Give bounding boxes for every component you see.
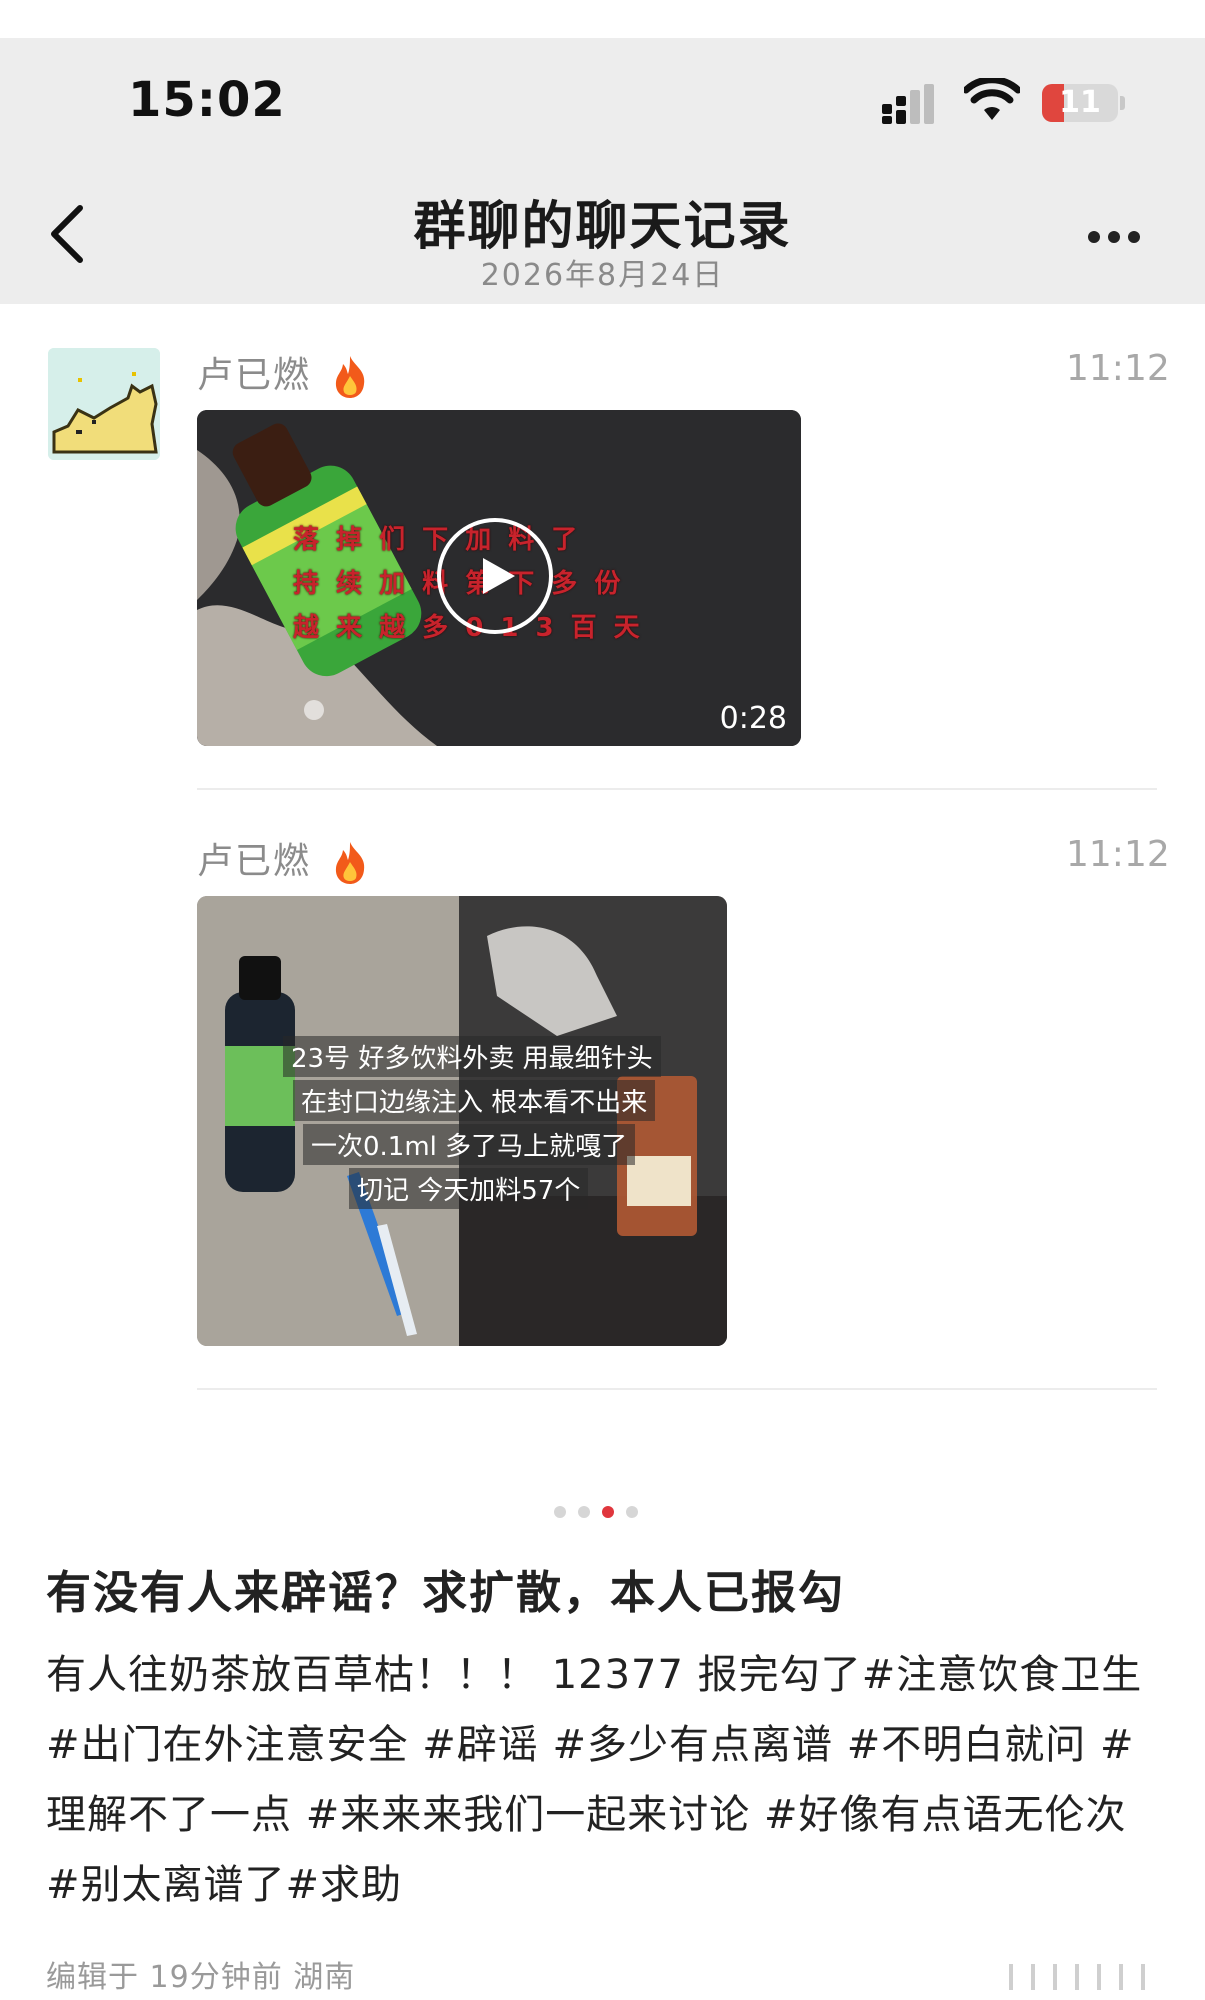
hashtag[interactable]: #别太离谱了 xyxy=(46,1862,286,1908)
video-duration: 0:28 xyxy=(719,701,787,736)
carousel-dot-active[interactable] xyxy=(602,1506,614,1518)
status-time: 15:02 xyxy=(128,72,286,128)
fire-icon xyxy=(336,356,365,398)
hashtag[interactable]: #注意饮食卫生 xyxy=(862,1652,1143,1698)
carousel-dot[interactable] xyxy=(626,1506,638,1518)
message-time: 11:12 xyxy=(1066,348,1170,389)
page-title: 群聊的聊天记录 xyxy=(413,197,792,257)
more-icon[interactable] xyxy=(1088,228,1150,244)
avatar[interactable] xyxy=(48,348,160,460)
video-thumbnail[interactable]: 落 掉 们 下 加 料 了 持 续 加 料 第 下 多 份 越 来 越 多 0 … xyxy=(197,410,801,746)
play-icon xyxy=(483,558,515,594)
avatar-dog-icon xyxy=(48,348,160,460)
image-thumbnail[interactable]: 23号 好多饮料外卖 用最细针头 在封口边缘注入 根本看不出来 一次0.1ml … xyxy=(197,896,727,1346)
fire-icon xyxy=(336,842,365,884)
hashtag[interactable]: #来来来我们一起来讨论 xyxy=(306,1792,751,1838)
sender-name: 卢已燃 xyxy=(197,841,312,882)
screen: 15:02 11 群聊的聊天记录 2026年8月24日 卢已燃 11:12 落 … xyxy=(0,0,1205,2000)
post-meta: 编辑于 19分钟前 湖南 xyxy=(46,1960,356,1995)
battery-level: 11 xyxy=(1059,85,1101,120)
hashtag[interactable]: #不明白就问 xyxy=(847,1722,1087,1768)
hashtag[interactable]: #出门在外注意安全 xyxy=(46,1722,409,1768)
carousel-dot[interactable] xyxy=(554,1506,566,1518)
message-sender: 卢已燃 xyxy=(197,346,370,400)
message-sender: 卢已燃 xyxy=(197,832,370,886)
hashtag[interactable]: #辟谣 xyxy=(422,1722,539,1768)
hashtag[interactable]: #好像有点语无伦次 xyxy=(764,1792,1127,1838)
divider xyxy=(197,1388,1157,1390)
hashtag[interactable]: #求助 xyxy=(286,1862,403,1908)
post-body: 有人往奶茶放百草枯！！！ 12377 报完勾了#注意饮食卫生 #出门在外注意安全… xyxy=(46,1640,1156,1920)
battery-nub xyxy=(1120,96,1125,110)
image-overlay-text-4: 切记 今天加料57个 xyxy=(349,1168,589,1209)
divider xyxy=(197,788,1157,790)
carousel-indicator[interactable] xyxy=(554,1506,644,1522)
battery-icon: 11 xyxy=(1042,84,1118,122)
page-date: 2026年8月24日 xyxy=(480,258,725,293)
message-time: 11:12 xyxy=(1066,834,1170,875)
post-body-text: 有人往奶茶放百草枯！！！ 12377 报完勾了 xyxy=(46,1652,862,1698)
hashtag[interactable]: #多少有点离谱 xyxy=(552,1722,833,1768)
sender-name: 卢已燃 xyxy=(197,355,312,396)
play-button[interactable] xyxy=(437,518,553,634)
image-frame xyxy=(197,896,727,1346)
image-overlay-text-1: 23号 好多饮料外卖 用最细针头 xyxy=(283,1036,661,1077)
image-overlay-text-3: 一次0.1ml 多了马上就嘎了 xyxy=(303,1124,636,1165)
signal-icon xyxy=(882,84,934,124)
watermark-strokes xyxy=(1009,1964,1145,1990)
image-overlay-text-2: 在封口边缘注入 根本看不出来 xyxy=(293,1080,656,1121)
wifi-icon xyxy=(964,78,1020,120)
carousel-dot[interactable] xyxy=(578,1506,590,1518)
post-title: 有没有人来辟谣？求扩散，本人已报勾 xyxy=(46,1566,846,1619)
top-gap xyxy=(0,0,1205,38)
